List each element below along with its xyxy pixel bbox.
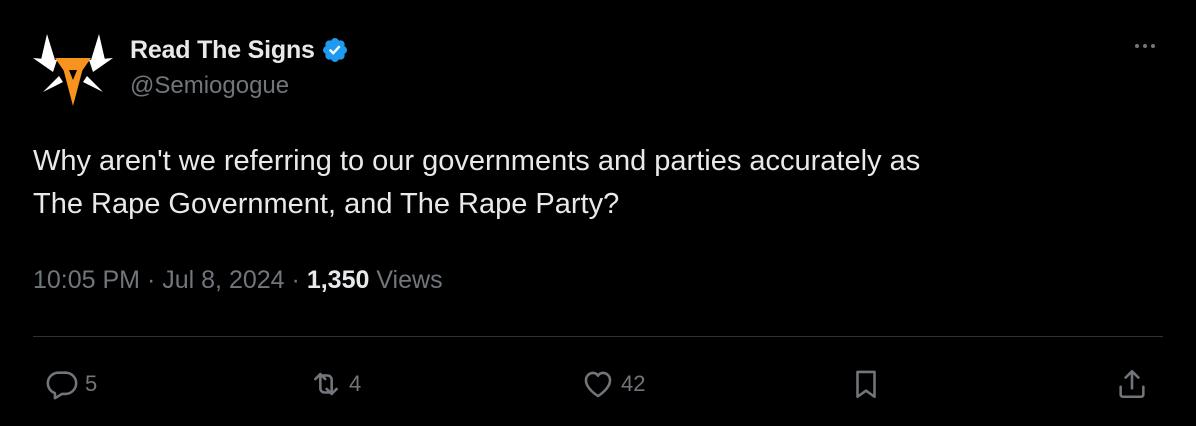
more-dot bbox=[1151, 44, 1155, 48]
more-dot bbox=[1143, 44, 1147, 48]
reply-count: 5 bbox=[85, 371, 98, 396]
share-button[interactable] bbox=[1115, 360, 1149, 408]
verified-badge-icon[interactable] bbox=[321, 36, 349, 64]
reply-button[interactable]: 5 bbox=[45, 360, 97, 408]
retweet-count: 4 bbox=[349, 371, 362, 396]
meta-separator: · bbox=[291, 266, 300, 294]
tweet-text-line-2: The Rape Government, and The Rape Party? bbox=[33, 188, 620, 220]
author-handle[interactable]: @Semiogogue bbox=[130, 72, 349, 100]
views-count: 1,350 bbox=[306, 266, 370, 294]
bookmark-button[interactable] bbox=[849, 360, 883, 408]
tweet-text-line-1: Why aren't we referring to our governmen… bbox=[33, 145, 921, 177]
star-logo-icon bbox=[33, 34, 113, 106]
tweet-text: Why aren't we referring to our governmen… bbox=[33, 140, 1153, 226]
bookmark-icon bbox=[856, 370, 876, 399]
author-names: Read The Signs @Semiogogue bbox=[130, 34, 349, 100]
tweet-card: Read The Signs @Semiogogue Why aren't we… bbox=[0, 0, 1196, 426]
action-bar: 5 4 42 bbox=[33, 360, 1163, 408]
avatar[interactable] bbox=[33, 30, 113, 110]
display-name[interactable]: Read The Signs bbox=[130, 36, 315, 65]
divider bbox=[33, 336, 1163, 337]
tweet-date[interactable]: Jul 8, 2024 bbox=[162, 266, 284, 294]
more-dots-icon bbox=[1135, 44, 1139, 48]
like-count: 42 bbox=[621, 371, 646, 396]
tweet-time[interactable]: 10:05 PM bbox=[33, 266, 140, 294]
reply-icon bbox=[46, 371, 78, 400]
retweet-button[interactable]: 4 bbox=[309, 360, 361, 408]
heart-icon bbox=[584, 371, 612, 398]
more-options-button[interactable] bbox=[1127, 34, 1163, 58]
tweet-meta: 10:05 PM · Jul 8, 2024 · 1,350 Views bbox=[33, 266, 443, 295]
share-icon bbox=[1119, 369, 1145, 399]
like-button[interactable]: 42 bbox=[581, 360, 645, 408]
display-name-row: Read The Signs bbox=[130, 34, 349, 66]
views-label: Views bbox=[376, 266, 443, 294]
meta-separator: · bbox=[146, 266, 156, 294]
retweet-icon bbox=[314, 372, 338, 396]
tweet-header: Read The Signs @Semiogogue bbox=[33, 30, 1163, 110]
